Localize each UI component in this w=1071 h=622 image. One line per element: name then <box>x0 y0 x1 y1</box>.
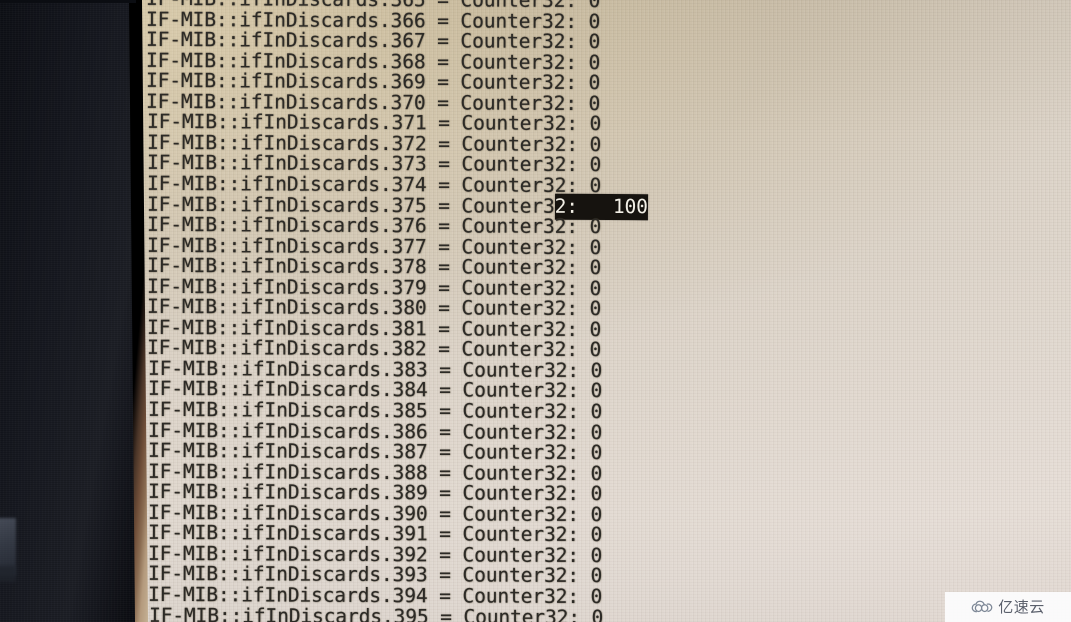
background-object-shadow <box>0 566 16 582</box>
terminal-line-oid: IF-MIB::ifInDiscards.395 = Counter32: 0 <box>148 603 603 622</box>
bezel-top-sliver <box>0 0 136 3</box>
monitor-bezel-texture <box>0 0 135 622</box>
watermark: 亿速云 <box>945 592 1071 622</box>
terminal-line: IF-MIB::ifInDiscards.395 = Counter32: 0 <box>148 603 602 622</box>
watermark-text: 亿速云 <box>998 597 1045 616</box>
terminal-output[interactable]: IF-MIB::ifInDiscards.365 = Counter32: 0I… <box>0 0 1071 622</box>
monitor-photo: IF-MIB::ifInDiscards.365 = Counter32: 0I… <box>0 0 1071 622</box>
cloud-icon <box>971 600 993 613</box>
